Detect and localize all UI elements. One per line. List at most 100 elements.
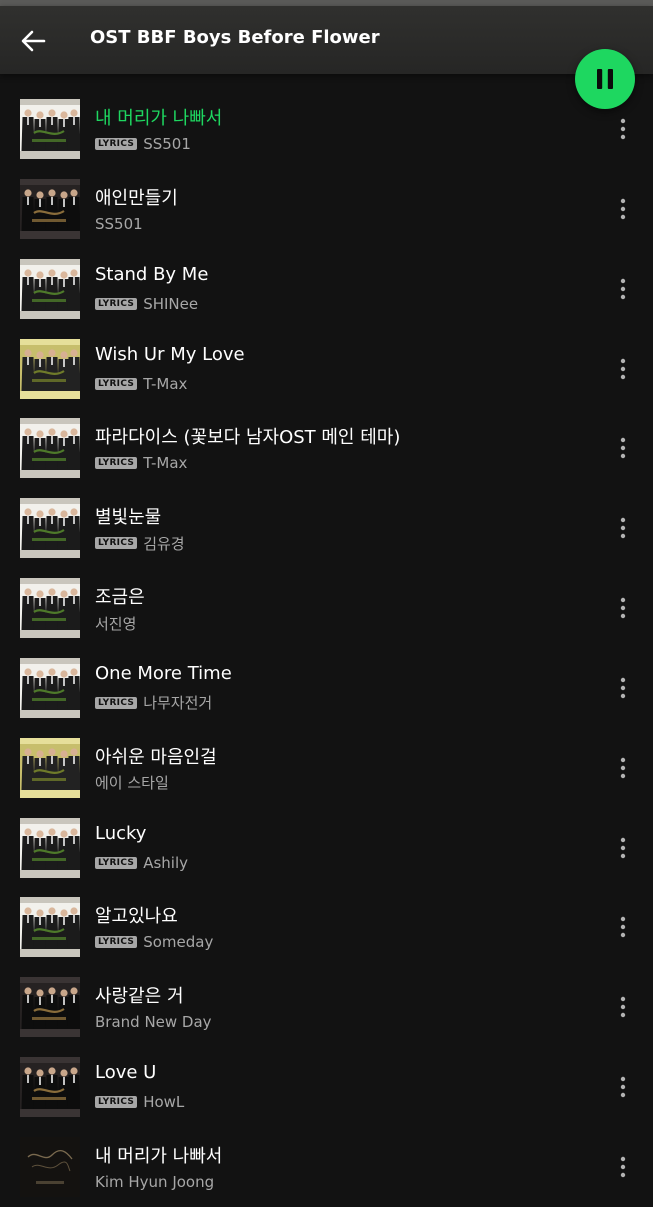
pause-button[interactable] <box>575 49 635 109</box>
track-artist: Kim Hyun Joong <box>95 1172 215 1191</box>
back-button[interactable] <box>14 22 52 60</box>
track-title: 아쉬운 마음인걸 <box>95 746 217 768</box>
more-options-button[interactable] <box>606 668 640 708</box>
lyrics-badge: LYRICS <box>95 138 138 150</box>
track-title: 애인만들기 <box>95 187 178 209</box>
track-row[interactable]: One More Time LYRICS 나무자전거 <box>0 648 653 728</box>
more-vertical-icon <box>620 1156 626 1178</box>
track-title: 사랑같은 거 <box>95 986 184 1008</box>
track-artist: T-Max <box>143 454 188 473</box>
track-artist: SS501 <box>95 214 143 233</box>
track-title: 알고있나요 <box>95 906 178 928</box>
track-row[interactable]: Lucky LYRICS Ashily <box>0 808 653 888</box>
track-meta: LYRICS SS501 <box>95 135 191 153</box>
track-meta: Brand New Day <box>95 1013 212 1031</box>
track-meta: LYRICS 김유경 <box>95 534 185 553</box>
track-row[interactable]: 알고있나요 LYRICS Someday <box>0 887 653 967</box>
track-title: Wish Ur My Love <box>95 343 245 365</box>
track-artist: Ashily <box>143 853 188 872</box>
album-art <box>20 178 80 239</box>
more-options-button[interactable] <box>606 189 640 229</box>
more-vertical-icon <box>620 597 626 619</box>
album-art <box>20 578 80 639</box>
track-artist: SS501 <box>143 135 191 153</box>
track-meta: LYRICS HowL <box>95 1093 184 1111</box>
track-row[interactable]: Love U LYRICS HowL <box>0 1047 653 1127</box>
track-row[interactable]: 애인만들기 SS501 <box>0 169 653 249</box>
more-vertical-icon <box>620 997 626 1018</box>
more-options-button[interactable] <box>606 508 640 548</box>
track-row[interactable]: 사랑같은 거 Brand New Day <box>0 967 653 1047</box>
album-art <box>20 418 80 479</box>
album-art <box>20 817 80 878</box>
album-art <box>20 1136 80 1197</box>
album-art <box>20 657 80 718</box>
more-vertical-icon <box>620 358 626 379</box>
album-art <box>20 498 80 559</box>
more-options-button[interactable] <box>606 907 640 947</box>
track-title: Love U <box>95 1062 157 1084</box>
track-title: 파라다이스 (꽃보다 남자OST 메인 테마) <box>95 427 401 449</box>
track-title: One More Time <box>95 662 232 684</box>
lyrics-badge: LYRICS <box>95 537 138 550</box>
track-title: 조금은 <box>95 587 145 609</box>
more-options-button[interactable] <box>606 588 640 628</box>
track-artist: 김유경 <box>143 534 185 553</box>
more-options-button[interactable] <box>606 828 640 868</box>
more-options-button[interactable] <box>606 109 640 149</box>
album-art <box>20 1057 80 1118</box>
lyrics-badge: LYRICS <box>95 936 138 949</box>
track-artist: SHINee <box>143 294 199 313</box>
track-meta: LYRICS Ashily <box>95 854 188 872</box>
track-row[interactable]: Wish Ur My Love LYRICS T-Max <box>0 329 653 409</box>
more-options-button[interactable] <box>606 1067 640 1107</box>
track-artist: T-Max <box>143 374 188 393</box>
more-options-button[interactable] <box>606 1147 640 1187</box>
track-row[interactable]: 파라다이스 (꽃보다 남자OST 메인 테마) LYRICS T-Max <box>0 408 653 488</box>
album-art <box>20 258 80 319</box>
more-vertical-icon <box>620 757 626 778</box>
track-meta: LYRICS T-Max <box>95 454 187 472</box>
more-options-button[interactable] <box>606 349 640 389</box>
more-vertical-icon <box>620 278 626 299</box>
top-app-bar: OST BBF Boys Before Flower <box>0 6 653 74</box>
lyrics-badge: LYRICS <box>95 696 138 709</box>
track-title: 별빛눈물 <box>95 507 162 529</box>
lyrics-badge: LYRICS <box>95 457 138 470</box>
lyrics-badge: LYRICS <box>95 856 138 869</box>
pause-icon <box>597 69 613 89</box>
track-artist: 서진영 <box>95 614 137 633</box>
track-title: Lucky <box>95 822 147 844</box>
track-title: 내 머리가 나빠서 <box>95 1145 223 1167</box>
track-row[interactable]: 내 머리가 나빠서 Kim Hyun Joong <box>0 1127 653 1207</box>
track-row[interactable]: 조금은서진영 <box>0 568 653 648</box>
track-meta: 에이 스타일 <box>95 774 169 792</box>
lyrics-badge: LYRICS <box>95 377 138 390</box>
more-options-button[interactable] <box>606 428 640 468</box>
more-vertical-icon <box>620 837 626 858</box>
track-row[interactable]: 별빛눈물 LYRICS 김유경 <box>0 488 653 568</box>
more-vertical-icon <box>620 1076 626 1098</box>
album-art <box>20 897 80 958</box>
playlist-title: OST BBF Boys Before Flower <box>90 27 380 48</box>
track-list: 내 머리가 나빠서 LYRICS SS501 애인만들기 SS501 Stand By M… <box>0 89 653 1207</box>
album-art <box>20 977 80 1038</box>
more-options-button[interactable] <box>606 987 640 1027</box>
track-row[interactable]: 아쉬운 마음인걸에이 스타일 <box>0 728 653 808</box>
track-title: Stand By Me <box>95 263 209 285</box>
more-options-button[interactable] <box>606 748 640 788</box>
album-art <box>20 737 80 798</box>
track-meta: LYRICS SHINee <box>95 295 198 313</box>
track-artist: Brand New Day <box>95 1013 212 1032</box>
track-row[interactable]: 내 머리가 나빠서 LYRICS SS501 <box>0 89 653 169</box>
track-meta: LYRICS T-Max <box>95 375 187 393</box>
lyrics-badge: LYRICS <box>95 297 138 310</box>
track-meta: 서진영 <box>95 614 137 633</box>
track-row[interactable]: Stand By Me LYRICS SHINee <box>0 249 653 329</box>
track-artist: 나무자전거 <box>143 694 213 713</box>
more-vertical-icon <box>620 118 626 140</box>
more-vertical-icon <box>620 917 626 938</box>
more-options-button[interactable] <box>606 269 640 309</box>
track-meta: LYRICS 나무자전거 <box>95 694 212 712</box>
track-title: 내 머리가 나빠서 <box>95 108 223 129</box>
